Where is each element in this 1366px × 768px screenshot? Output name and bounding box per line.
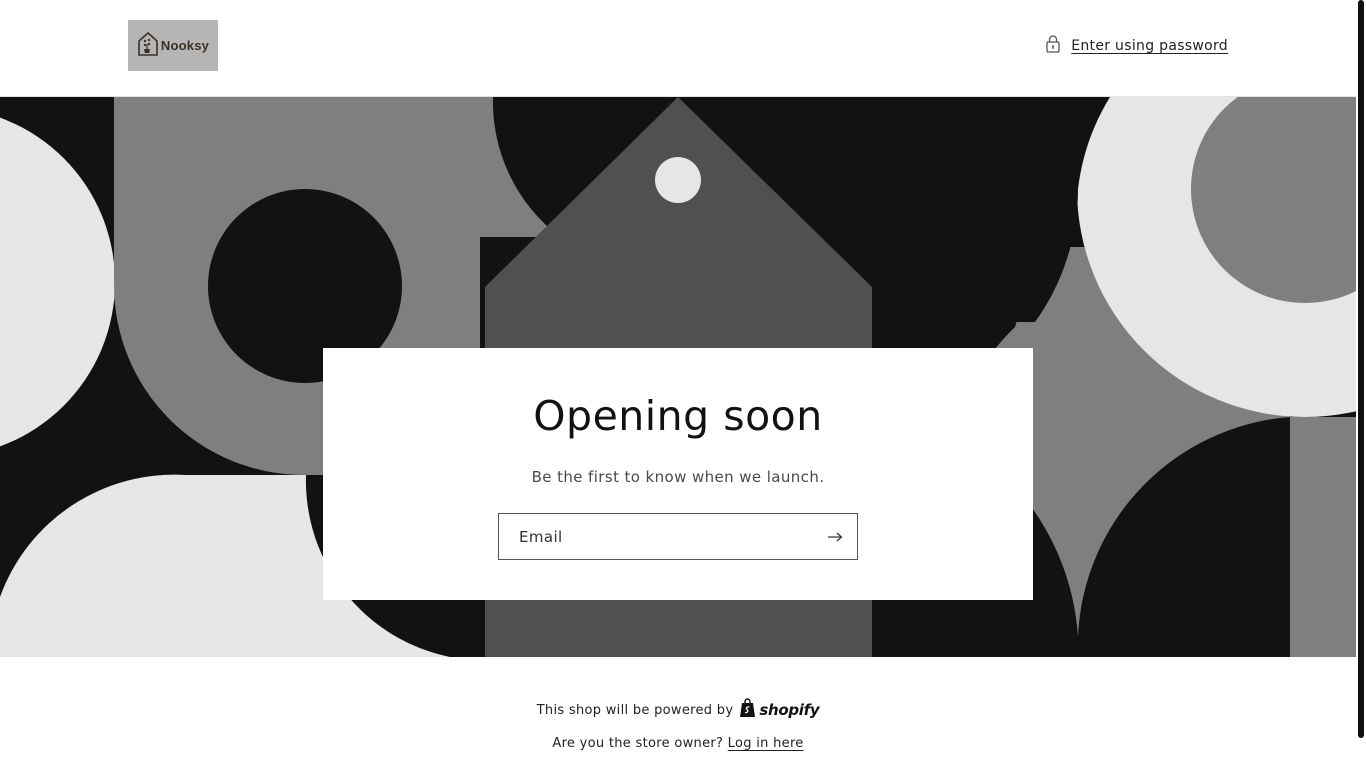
- enter-password-label: Enter using password: [1071, 38, 1228, 54]
- email-input[interactable]: [499, 514, 813, 559]
- house-plant-icon: [137, 31, 159, 61]
- site-header: Nooksy Enter using password: [0, 0, 1356, 97]
- powered-by: This shop will be powered by shopify: [0, 698, 1356, 722]
- hero-banner: Opening soon Be the first to know when w…: [0, 97, 1356, 657]
- login-link[interactable]: Log in here: [728, 736, 804, 751]
- owner-question: Are you the store owner?: [552, 736, 724, 751]
- arrow-right-icon: [827, 532, 843, 542]
- logo-text: Nooksy: [160, 38, 210, 53]
- page-title: Opening soon: [533, 392, 823, 440]
- lock-icon: [1044, 34, 1062, 58]
- site-footer: This shop will be powered by shopify Are…: [0, 658, 1356, 768]
- newsletter-form: [498, 513, 858, 560]
- scrollbar-thumb[interactable]: [1358, 0, 1364, 738]
- newsletter-card: Opening soon Be the first to know when w…: [323, 348, 1033, 600]
- newsletter-subheading: Be the first to know when we launch.: [531, 468, 825, 486]
- shopify-wordmark: shopify: [759, 701, 820, 719]
- shopify-bag-icon: [739, 698, 756, 722]
- powered-by-text: This shop will be powered by: [536, 702, 734, 718]
- shopify-link[interactable]: shopify: [739, 698, 820, 722]
- subscribe-button[interactable]: [813, 514, 857, 559]
- store-owner-line: Are you the store owner? Log in here: [0, 736, 1356, 751]
- page-scrollbar[interactable]: [1356, 0, 1366, 768]
- enter-password-link[interactable]: Enter using password: [1044, 34, 1228, 58]
- store-logo[interactable]: Nooksy: [128, 20, 218, 71]
